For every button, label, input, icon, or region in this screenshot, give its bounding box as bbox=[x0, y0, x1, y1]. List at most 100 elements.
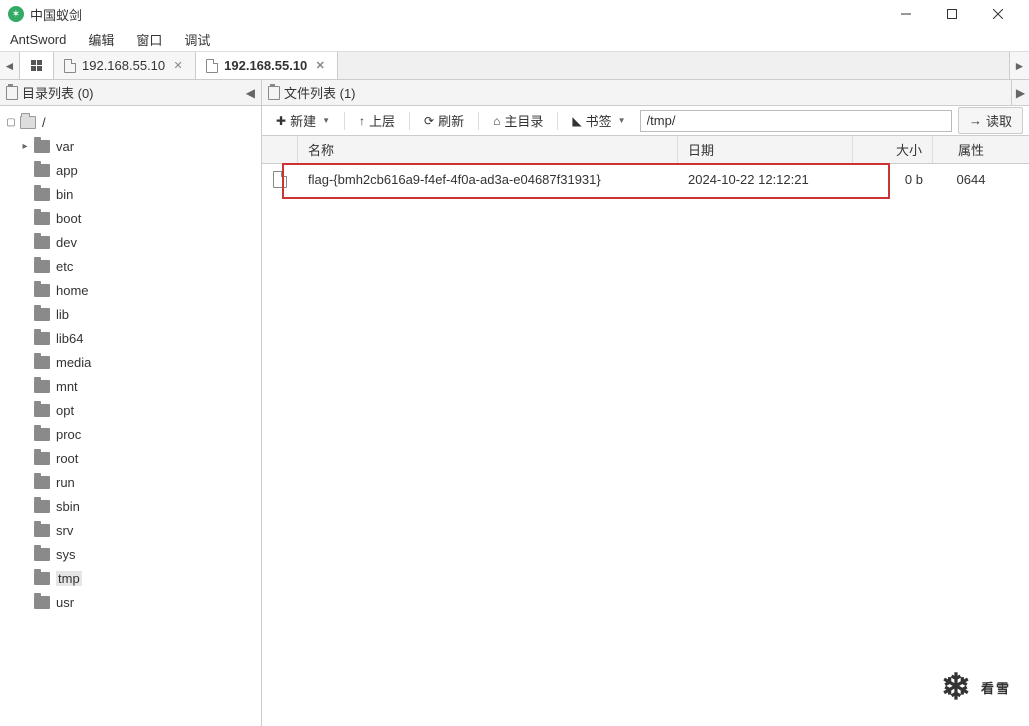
tree-item-label: usr bbox=[56, 595, 74, 610]
home-tab[interactable] bbox=[20, 52, 54, 79]
refresh-button[interactable]: ⟳ 刷新 bbox=[416, 108, 472, 133]
folder-icon bbox=[34, 524, 50, 537]
tree-item-label: lib64 bbox=[56, 331, 83, 346]
tab-1[interactable]: 192.168.55.10 ✕ bbox=[54, 52, 196, 79]
folder-icon bbox=[34, 548, 50, 561]
expand-icon[interactable]: ▢ bbox=[4, 117, 18, 128]
folder-icon bbox=[34, 356, 50, 369]
expand-icon[interactable]: ▸ bbox=[18, 141, 32, 152]
folder-icon bbox=[20, 116, 36, 129]
col-name[interactable]: 名称 bbox=[298, 136, 678, 163]
tab-2-close[interactable]: ✕ bbox=[313, 59, 327, 73]
tab-scroll-right[interactable]: ► bbox=[1009, 52, 1029, 79]
tab-1-label: 192.168.55.10 bbox=[82, 58, 165, 73]
menu-window[interactable]: 窗口 bbox=[132, 28, 166, 51]
chevron-down-icon: ▼ bbox=[322, 116, 330, 125]
tree-item-sys[interactable]: sys bbox=[0, 542, 261, 566]
col-attr[interactable]: 属性 bbox=[933, 136, 1009, 163]
home-button[interactable]: ⌂ 主目录 bbox=[485, 108, 551, 133]
tree-item-label: run bbox=[56, 475, 75, 490]
tree-item-label: bin bbox=[56, 187, 73, 202]
new-button[interactable]: ✚ 新建 ▼ bbox=[268, 108, 338, 133]
read-button[interactable]: → 读取 bbox=[958, 107, 1023, 134]
minimize-button[interactable] bbox=[883, 0, 929, 28]
document-icon bbox=[64, 59, 76, 73]
col-size[interactable]: 大小 bbox=[853, 136, 933, 163]
tree-item-lib[interactable]: lib bbox=[0, 302, 261, 326]
folder-icon bbox=[34, 380, 50, 393]
tab-strip: ◄ 192.168.55.10 ✕ 192.168.55.10 ✕ ► bbox=[0, 52, 1029, 80]
tree-item-label: var bbox=[56, 139, 74, 154]
tree-item-tmp[interactable]: tmp bbox=[0, 566, 261, 590]
menu-edit[interactable]: 编辑 bbox=[84, 28, 118, 51]
folder-icon bbox=[34, 452, 50, 465]
folder-icon bbox=[34, 236, 50, 249]
tree-item-label: media bbox=[56, 355, 91, 370]
tree-item-app[interactable]: app bbox=[0, 158, 261, 182]
tree-item-bin[interactable]: bin bbox=[0, 182, 261, 206]
right-pane: 文件列表 (1) ▶ ✚ 新建 ▼ ↑ 上层 ⟳ 刷新 ⌂ 主目录 bbox=[262, 80, 1029, 726]
close-button[interactable] bbox=[975, 0, 1021, 28]
file-size: 0 b bbox=[853, 172, 933, 187]
tree-item-mnt[interactable]: mnt bbox=[0, 374, 261, 398]
tree-item-var[interactable]: ▸ var bbox=[0, 134, 261, 158]
tree-item-media[interactable]: media bbox=[0, 350, 261, 374]
tree-item-sbin[interactable]: sbin bbox=[0, 494, 261, 518]
home-icon: ⌂ bbox=[493, 114, 500, 128]
tree-item-etc[interactable]: etc bbox=[0, 254, 261, 278]
tree-root-label: / bbox=[42, 115, 46, 130]
right-pane-header: 文件列表 (1) bbox=[262, 80, 1029, 106]
tree-item-label: mnt bbox=[56, 379, 78, 394]
maximize-button[interactable] bbox=[929, 0, 975, 28]
folder-icon bbox=[34, 332, 50, 345]
tree-item-opt[interactable]: opt bbox=[0, 398, 261, 422]
watermark-logo-icon: ❄ bbox=[941, 666, 973, 708]
folder-icon bbox=[34, 284, 50, 297]
grid-icon bbox=[31, 60, 42, 71]
file-attr: 0644 bbox=[933, 172, 1009, 187]
tree-item-boot[interactable]: boot bbox=[0, 206, 261, 230]
folder-icon bbox=[34, 404, 50, 417]
tree-item-usr[interactable]: usr bbox=[0, 590, 261, 614]
tree-item-label: proc bbox=[56, 427, 81, 442]
tree-item-srv[interactable]: srv bbox=[0, 518, 261, 542]
tree-item-run[interactable]: run bbox=[0, 470, 261, 494]
bookmark-icon: ◣ bbox=[572, 114, 581, 128]
table-row[interactable]: flag-{bmh2cb616a9-f4ef-4f0a-ad3a-e04687f… bbox=[262, 164, 1029, 194]
tree-item-proc[interactable]: proc bbox=[0, 422, 261, 446]
app-icon: ✶ bbox=[8, 6, 24, 22]
tree-item-lib64[interactable]: lib64 bbox=[0, 326, 261, 350]
tree-root[interactable]: ▢ / bbox=[0, 110, 261, 134]
file-toolbar: ✚ 新建 ▼ ↑ 上层 ⟳ 刷新 ⌂ 主目录 ◣ 书签 bbox=[262, 106, 1029, 136]
expand-right-icon[interactable]: ▶ bbox=[1011, 80, 1029, 106]
left-pane-header: 目录列表 (0) ◀ bbox=[0, 80, 261, 106]
folder-icon bbox=[34, 500, 50, 513]
col-date[interactable]: 日期 bbox=[678, 136, 853, 163]
folder-icon bbox=[34, 260, 50, 273]
tab-2-label: 192.168.55.10 bbox=[224, 58, 307, 73]
path-input[interactable] bbox=[640, 110, 952, 132]
tree-item-root[interactable]: root bbox=[0, 446, 261, 470]
directory-tree[interactable]: ▢ / ▸ var app bin boot dev etchomelib lib64 medi… bbox=[0, 106, 261, 726]
document-icon bbox=[206, 59, 218, 73]
menu-debug[interactable]: 调试 bbox=[180, 28, 214, 51]
tree-item-label: dev bbox=[56, 235, 77, 250]
folder-icon bbox=[34, 188, 50, 201]
file-table: 名称 日期 大小 属性 flag-{bmh2cb616a9-f4ef-4f0a-… bbox=[262, 136, 1029, 726]
arrow-right-icon: → bbox=[969, 113, 982, 128]
bookmark-button[interactable]: ◣ 书签 ▼ bbox=[564, 108, 633, 133]
watermark-text: 看雪 bbox=[981, 678, 1011, 697]
folder-icon bbox=[34, 572, 50, 585]
tree-item-dev[interactable]: dev bbox=[0, 230, 261, 254]
tab-scroll-left[interactable]: ◄ bbox=[0, 52, 20, 79]
refresh-icon: ⟳ bbox=[424, 114, 434, 128]
col-icon[interactable] bbox=[262, 136, 298, 163]
tab-2[interactable]: 192.168.55.10 ✕ bbox=[196, 52, 338, 79]
watermark: ❄ 看雪 bbox=[941, 666, 1011, 708]
collapse-left-icon[interactable]: ◀ bbox=[246, 86, 255, 100]
tab-1-close[interactable]: ✕ bbox=[171, 59, 185, 73]
up-button[interactable]: ↑ 上层 bbox=[351, 108, 403, 133]
tree-item-home[interactable]: home bbox=[0, 278, 261, 302]
up-arrow-icon: ↑ bbox=[359, 114, 365, 128]
menu-antsword[interactable]: AntSword bbox=[6, 30, 70, 49]
